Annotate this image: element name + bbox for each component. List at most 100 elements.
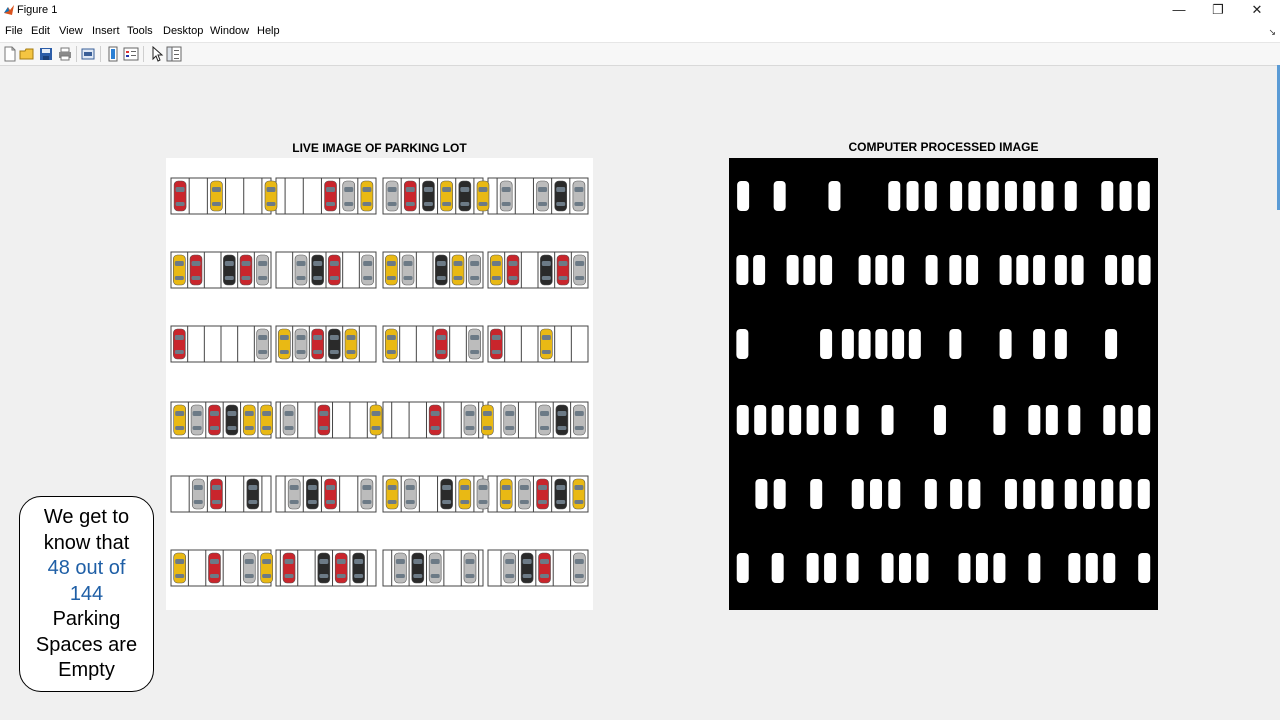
processed-car-blob — [1045, 405, 1058, 435]
processed-image-title: COMPUTER PROCESSED IMAGE — [848, 140, 1039, 154]
car-rear-window — [413, 574, 423, 578]
car-windshield — [574, 187, 584, 192]
car-black — [554, 180, 568, 212]
car-red — [208, 404, 221, 436]
car-yellow — [540, 328, 553, 360]
car-yellow — [440, 180, 453, 212]
new-figure-icon[interactable] — [2, 46, 18, 62]
car-yellow — [476, 180, 490, 212]
open-file-icon[interactable] — [19, 46, 35, 62]
menu-window[interactable]: Window — [210, 25, 249, 37]
print-icon[interactable] — [57, 46, 73, 62]
car-yellow — [385, 254, 398, 286]
car-rear-window — [387, 500, 397, 504]
car-red — [189, 254, 203, 286]
car-windshield — [296, 261, 306, 266]
menu-edit[interactable]: Edit — [31, 25, 50, 37]
processed-car-blob — [1103, 553, 1116, 583]
print-preview-icon[interactable] — [80, 46, 96, 62]
car-windshield — [482, 411, 492, 416]
car-black — [317, 552, 331, 584]
minimize-button[interactable]: — — [1160, 0, 1198, 22]
legend-icon[interactable] — [123, 46, 139, 62]
car-windshield — [505, 559, 515, 564]
processed-car-blob — [736, 553, 749, 583]
car-rear-window — [501, 500, 511, 504]
processed-car-blob — [892, 255, 905, 285]
car-windshield — [174, 261, 184, 266]
car-windshield — [574, 485, 584, 490]
processed-car-blob — [1105, 329, 1118, 359]
menu-help[interactable]: Help — [257, 25, 280, 37]
car-gray — [190, 404, 204, 436]
car-gray — [463, 552, 477, 584]
car-yellow — [385, 478, 399, 510]
car-red — [317, 404, 331, 436]
car-gray — [360, 478, 374, 510]
processed-car-blob — [1064, 181, 1077, 211]
car-black — [422, 180, 435, 212]
menu-file[interactable]: File — [5, 25, 23, 37]
car-rear-window — [244, 574, 254, 578]
car-rear-window — [362, 202, 372, 206]
car-rear-window — [574, 574, 584, 578]
car-windshield — [329, 335, 339, 340]
menu-insert[interactable]: Insert — [92, 25, 120, 37]
car-gray — [503, 552, 517, 584]
car-rear-window — [386, 276, 396, 280]
processed-car-blob — [975, 553, 988, 583]
car-rear-window — [405, 202, 415, 206]
property-inspector-icon[interactable] — [166, 46, 182, 62]
parking-row-block — [487, 401, 589, 439]
processed-car-blob — [916, 553, 929, 583]
car-rear-window — [519, 500, 529, 504]
car-windshield — [574, 411, 584, 416]
car-windshield — [491, 335, 501, 340]
car-windshield — [258, 261, 268, 266]
car-rear-window — [313, 350, 323, 354]
car-gray — [468, 254, 481, 286]
empty-spaces-callout: We get to know that 48 out of 144 Parkin… — [19, 496, 154, 692]
processed-car-blob — [875, 255, 888, 285]
processed-car-blob — [1083, 479, 1096, 509]
car-rear-window — [453, 276, 463, 280]
processed-car-blob — [1105, 255, 1118, 285]
car-yellow — [369, 404, 383, 436]
car-windshield — [460, 187, 470, 192]
car-windshield — [403, 261, 413, 266]
menu-tools[interactable]: Tools — [127, 25, 153, 37]
processed-car-blob — [1138, 255, 1151, 285]
toolbar-separator — [76, 46, 77, 62]
processed-car-blob — [950, 181, 963, 211]
processed-car-blob — [1023, 181, 1036, 211]
car-red — [282, 552, 296, 584]
save-icon[interactable] — [38, 46, 54, 62]
car-windshield — [557, 411, 567, 416]
processed-car-blob — [1119, 479, 1132, 509]
car-windshield — [224, 261, 234, 266]
car-rear-window — [258, 350, 268, 354]
car-rear-window — [442, 500, 452, 504]
car-yellow — [278, 328, 291, 360]
restore-button[interactable]: ❐ — [1199, 0, 1237, 22]
car-yellow — [360, 180, 374, 212]
close-button[interactable]: ✕ — [1238, 0, 1276, 22]
processed-car-blob — [820, 255, 833, 285]
car-windshield — [505, 411, 515, 416]
car-yellow — [264, 180, 278, 212]
dock-arrow-icon[interactable]: ↘ — [1268, 27, 1276, 38]
menu-desktop[interactable]: Desktop — [163, 25, 203, 37]
car-windshield — [346, 335, 356, 340]
car-gray — [256, 328, 269, 360]
car-black — [458, 180, 472, 212]
car-rear-window — [491, 350, 501, 354]
processed-car-blob — [958, 553, 971, 583]
car-rear-window — [478, 500, 488, 504]
car-gray — [573, 552, 586, 584]
menu-view[interactable]: View — [59, 25, 83, 37]
car-windshield — [313, 261, 323, 266]
pointer-icon[interactable] — [149, 46, 165, 62]
car-black — [540, 254, 553, 286]
colorbar-icon[interactable] — [105, 46, 121, 62]
processed-car-blob — [1064, 479, 1077, 509]
